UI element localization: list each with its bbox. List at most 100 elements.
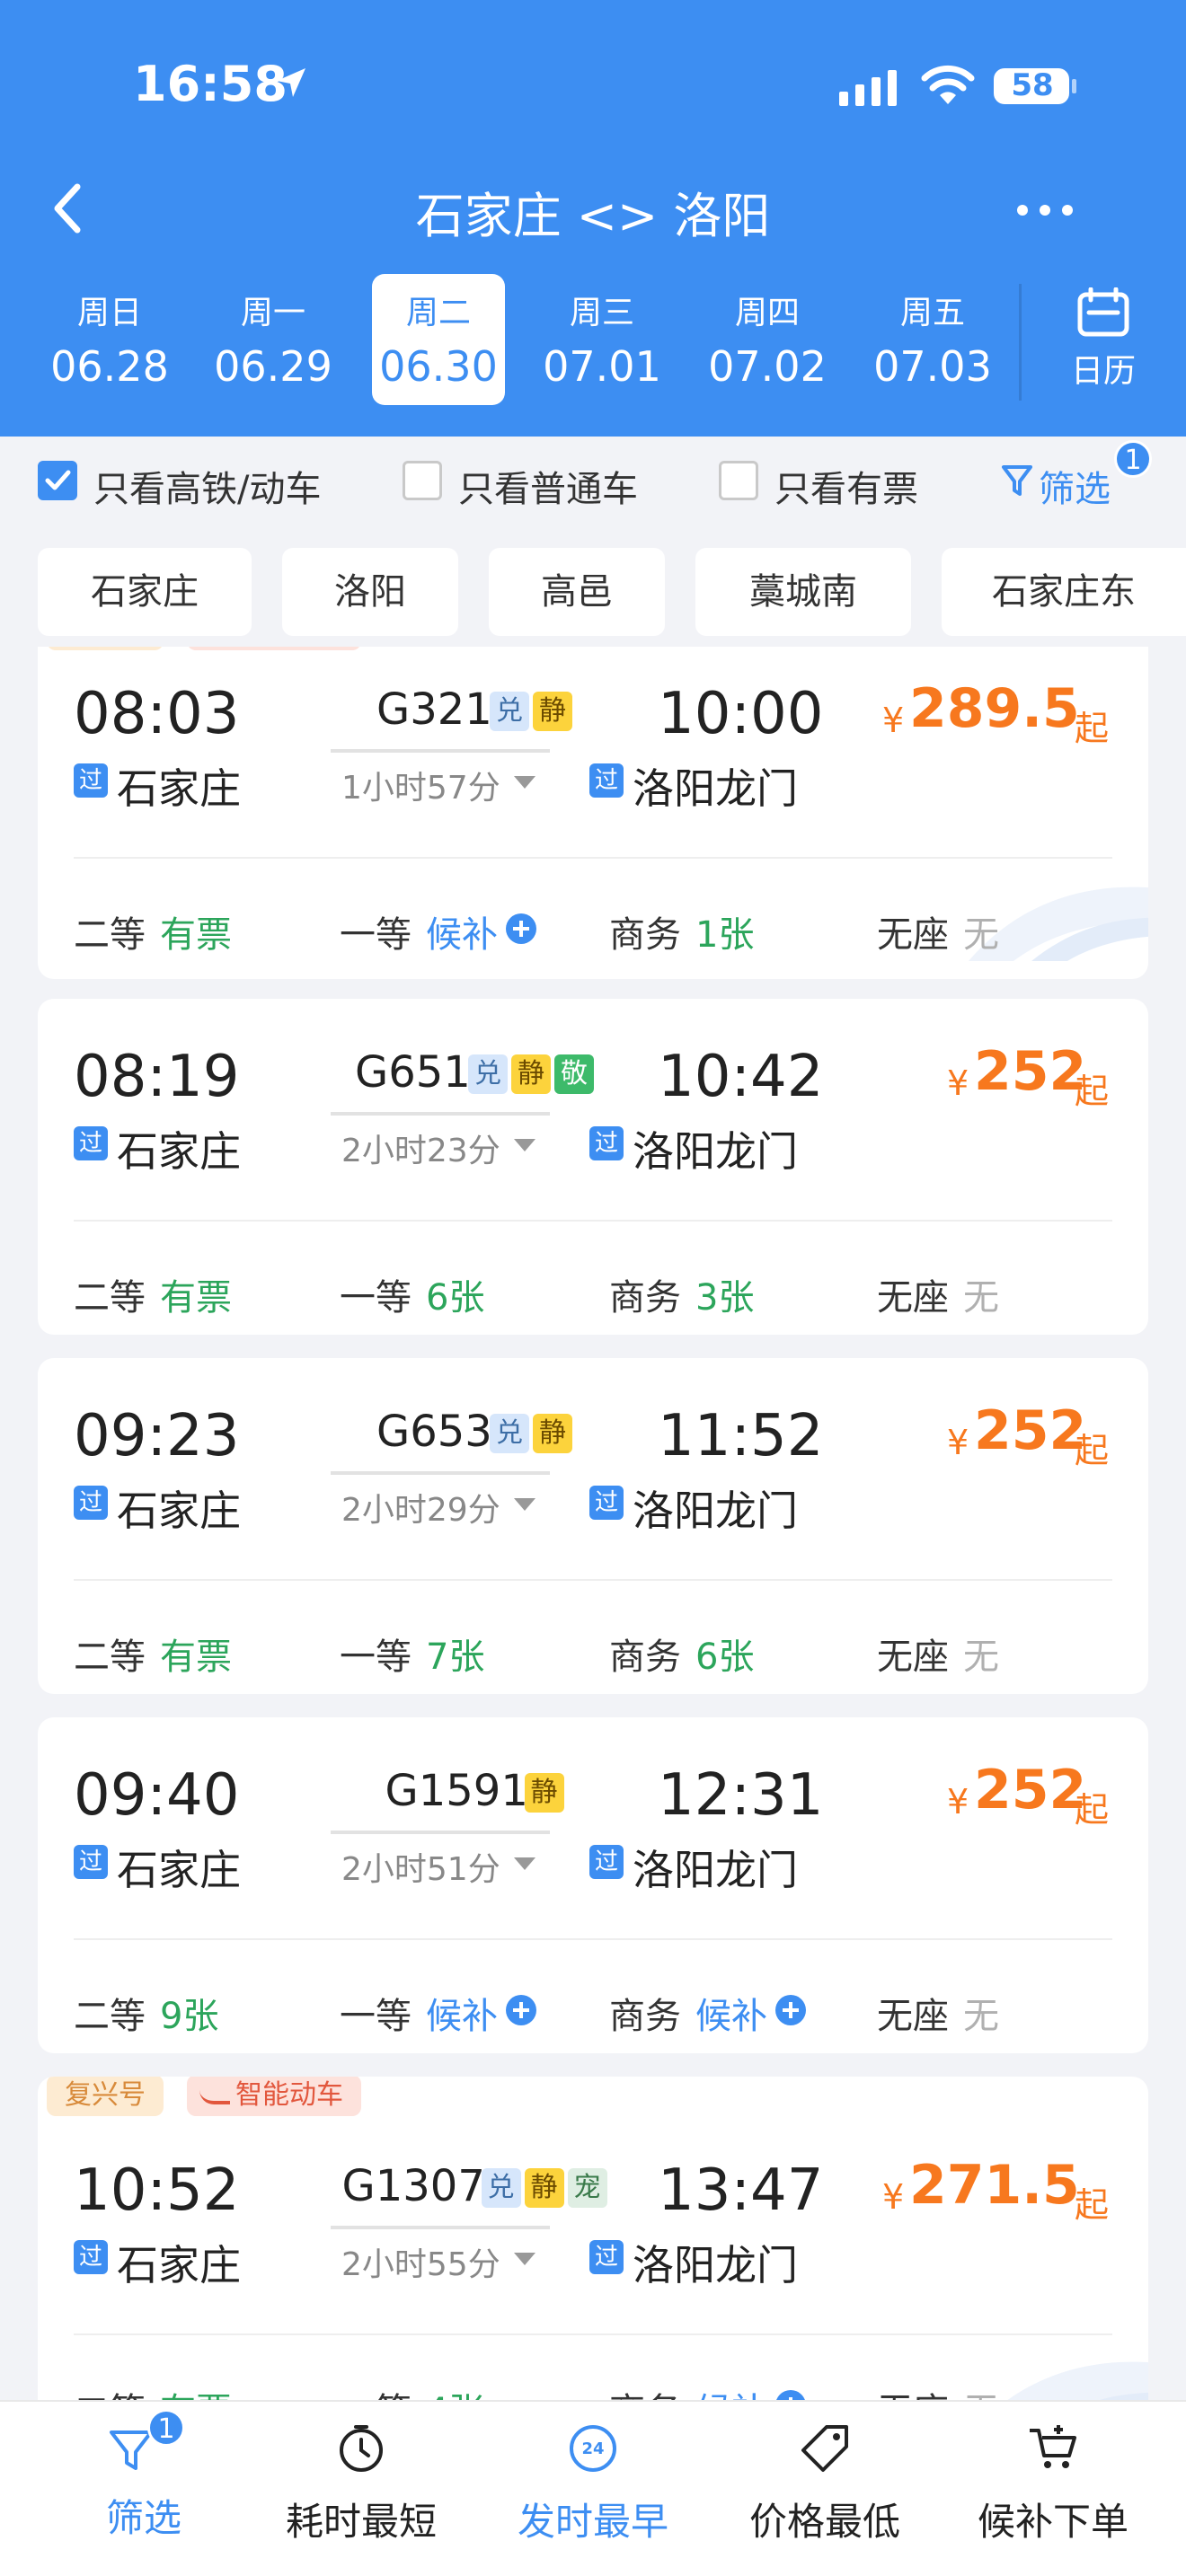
duration-caret-icon[interactable] bbox=[514, 2253, 535, 2265]
seat-class-label: 二等 bbox=[74, 1277, 146, 1319]
price-symbol: ¥ bbox=[947, 1063, 969, 1103]
station-chip[interactable]: 洛阳 bbox=[282, 548, 458, 636]
via-badge: 过 bbox=[74, 763, 108, 798]
seat-class-label: 二等 bbox=[74, 914, 146, 956]
waitlist-order-tab[interactable]: 候补下单 bbox=[934, 2402, 1172, 2576]
price-symbol: ¥ bbox=[882, 2177, 905, 2217]
arrive-time: 10:00 bbox=[658, 681, 824, 747]
train-card[interactable]: 08:19 10:42 G651 兑静敬过石家庄 2小时23分过洛阳龙门 ¥252 起二等有… bbox=[38, 999, 1148, 1335]
card-divider bbox=[74, 1579, 1112, 1581]
seat-availability[interactable]: 候补 bbox=[426, 1987, 498, 2039]
add-waitlist-icon[interactable] bbox=[505, 1994, 537, 2026]
date-tab[interactable]: 周五 07.03 bbox=[866, 274, 999, 405]
cellular-signal-icon bbox=[839, 70, 897, 106]
depart-time: 10:52 bbox=[74, 2157, 240, 2224]
filter-count-badge: 1 bbox=[1114, 440, 1152, 478]
arrive-time: 11:52 bbox=[658, 1403, 824, 1469]
date-tab[interactable]: 周二 06.30 bbox=[372, 274, 505, 405]
date-tab-date: 06.30 bbox=[379, 342, 498, 391]
calendar-icon[interactable] bbox=[1076, 287, 1130, 338]
via-badge: 过 bbox=[589, 1486, 624, 1520]
depart-time: 09:40 bbox=[74, 1762, 240, 1829]
bottom-toolbar: 1 筛选 耗时最短 24 发时最早 价格最低 候补下单 bbox=[0, 2400, 1186, 2576]
station-chip[interactable]: 藁城南 bbox=[695, 548, 911, 636]
via-badge: 过 bbox=[589, 2240, 624, 2274]
price: 252 bbox=[974, 1040, 1087, 1103]
stopwatch-icon bbox=[340, 2425, 383, 2472]
date-tab[interactable]: 周日 06.28 bbox=[43, 274, 176, 405]
date-tab[interactable]: 周四 07.02 bbox=[701, 274, 834, 405]
header: 16:58 58 石家庄 <> 洛阳 周日 06.28 周一 06.29 周二 06.30… bbox=[0, 0, 1186, 437]
via-badge: 过 bbox=[74, 2240, 108, 2274]
duration-caret-icon[interactable] bbox=[514, 1139, 535, 1151]
shortest-duration-tab[interactable]: 耗时最短 bbox=[243, 2402, 480, 2576]
train-card[interactable]: 复兴号智能动车08:0310:00G321兑静过石家庄1小时57分过洛阳龙门¥2… bbox=[38, 647, 1148, 979]
price: 252 bbox=[974, 1399, 1087, 1462]
seat-availability: 6张 bbox=[426, 1277, 485, 1319]
normal-only-label[interactable]: 只看普通车 bbox=[458, 460, 638, 512]
train-number: G1307 bbox=[341, 2161, 485, 2211]
date-tab[interactable]: 周三 07.01 bbox=[535, 274, 668, 405]
clock-24-text: 24 bbox=[581, 2439, 605, 2458]
station-chip[interactable]: 高邑 bbox=[489, 548, 665, 636]
more-icon[interactable] bbox=[1013, 199, 1076, 221]
seat-availability[interactable]: 候补 bbox=[695, 1987, 767, 2039]
train-card[interactable]: 09:40 12:31 G1591 静过石家庄 2小时51分过洛阳龙门 ¥252 起二等 9张… bbox=[38, 1717, 1148, 2053]
seat-class-label: 商务 bbox=[609, 2382, 681, 2400]
lowest-price-label: 价格最低 bbox=[748, 2500, 900, 2544]
lowest-price-tab[interactable]: 价格最低 bbox=[706, 2402, 943, 2576]
train-card[interactable]: 09:23 11:52 G653 兑静过石家庄 2小时29分过洛阳龙门 ¥252 起二等 有票… bbox=[38, 1358, 1148, 1694]
seat-availability: 无 bbox=[963, 2382, 999, 2400]
seat-class-label: 一等 bbox=[340, 1636, 412, 1678]
duration: 1小时57分 bbox=[341, 770, 500, 807]
seat-availability[interactable]: 候补 bbox=[426, 905, 498, 957]
available-only-checkbox[interactable] bbox=[719, 461, 758, 500]
seat-availability: 有票 bbox=[160, 1636, 232, 1678]
filter-link[interactable]: 筛选 bbox=[1039, 460, 1111, 512]
high-speed-only-checkbox[interactable] bbox=[38, 461, 77, 500]
back-arrow-icon[interactable] bbox=[47, 180, 90, 237]
from-station: 石家庄 bbox=[117, 1486, 241, 1535]
seat-availability: 有票 bbox=[160, 1277, 232, 1319]
seat-class-label: 二等 bbox=[74, 2382, 146, 2400]
from-station: 石家庄 bbox=[117, 1127, 241, 1176]
smart-emu-tag: 智能动车 bbox=[187, 647, 361, 650]
page-title: 石家庄 <> 洛阳 bbox=[415, 188, 771, 244]
filter-funnel-icon[interactable] bbox=[1001, 463, 1033, 499]
train-mini-icon bbox=[199, 2088, 230, 2104]
price-symbol: ¥ bbox=[947, 1423, 969, 1462]
waitlist-order-label: 候补下单 bbox=[977, 2500, 1128, 2544]
add-waitlist-icon[interactable] bbox=[505, 913, 537, 945]
price-symbol: ¥ bbox=[882, 701, 905, 740]
seat-availability: 7张 bbox=[426, 1636, 485, 1678]
seat-availability[interactable]: 候补 bbox=[695, 2382, 767, 2400]
station-chip[interactable]: 石家庄东 bbox=[942, 548, 1186, 636]
arrive-time: 10:42 bbox=[658, 1044, 824, 1110]
date-tab[interactable]: 周一 06.29 bbox=[207, 274, 340, 405]
duration-caret-icon[interactable] bbox=[514, 776, 535, 789]
filter-tab[interactable]: 1 筛选 bbox=[13, 2402, 250, 2576]
earliest-departure-label: 发时最早 bbox=[517, 2500, 668, 2544]
calendar-label[interactable]: 日历 bbox=[1042, 345, 1164, 392]
duration-line bbox=[331, 1471, 550, 1475]
station-chip[interactable]: 石家庄 bbox=[38, 548, 252, 636]
duration-caret-icon[interactable] bbox=[514, 1857, 535, 1870]
high-speed-only-label[interactable]: 只看高铁/动车 bbox=[93, 460, 321, 512]
train-feature-chip: 静 bbox=[533, 1414, 572, 1453]
seat-class-label: 商务 bbox=[609, 1996, 681, 2037]
fuxing-tag: 复兴号 bbox=[47, 647, 164, 650]
seat-availability: 4张 bbox=[426, 2382, 484, 2400]
add-waitlist-icon[interactable] bbox=[774, 2389, 807, 2400]
via-badge: 过 bbox=[74, 1486, 108, 1520]
duration-caret-icon[interactable] bbox=[514, 1498, 535, 1511]
duration: 2小时29分 bbox=[341, 1492, 500, 1529]
normal-only-checkbox[interactable] bbox=[403, 461, 442, 500]
train-card[interactable]: 复兴号 智能动车 10:52 13:47 G1307 兑静宠过石家庄 2小时55分过洛阳龙门… bbox=[38, 2077, 1148, 2400]
add-waitlist-icon[interactable] bbox=[774, 1994, 807, 2026]
earliest-departure-tab[interactable]: 24 发时最早 bbox=[474, 2402, 712, 2576]
duration-line bbox=[331, 1112, 550, 1116]
arrive-time: 13:47 bbox=[658, 2157, 824, 2224]
available-only-label[interactable]: 只看有票 bbox=[774, 460, 918, 512]
date-tab-weekday: 周四 bbox=[734, 295, 800, 331]
via-badge: 过 bbox=[589, 1126, 624, 1160]
